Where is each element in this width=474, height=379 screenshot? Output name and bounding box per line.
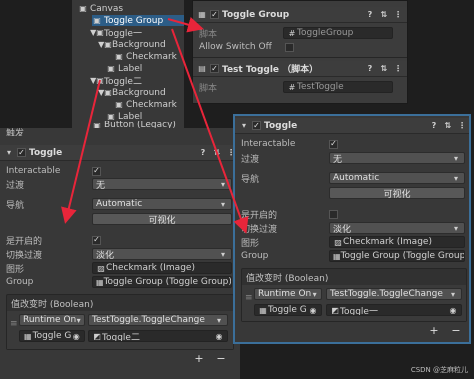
- arrow-to-left-inspector: [61, 79, 101, 224]
- arrow-to-right-inspector: [171, 28, 249, 234]
- annotation-arrows: [61, 17, 249, 234]
- watermark: CSDN @芝麻粒儿: [410, 366, 468, 374]
- arrow-to-toggle-group-inspector: [167, 17, 204, 33]
